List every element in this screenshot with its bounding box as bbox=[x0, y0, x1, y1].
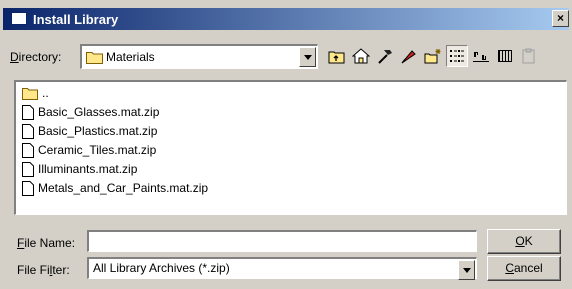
title-bar[interactable]: Install Library × bbox=[3, 8, 569, 30]
directory-value: Materials bbox=[106, 50, 155, 64]
list-view-icon bbox=[450, 50, 464, 62]
cancel-button[interactable]: Cancel bbox=[487, 256, 561, 281]
sort-icon bbox=[473, 52, 489, 62]
file-filter-value: All Library Archives (*.zip) bbox=[93, 261, 230, 275]
list-item-label: Ceramic_Tiles.mat.zip bbox=[38, 143, 157, 157]
list-item[interactable]: Metals_and_Car_Paints.mat.zip bbox=[22, 179, 208, 197]
file-name-input[interactable] bbox=[87, 230, 477, 252]
ok-button[interactable]: OK bbox=[487, 229, 561, 254]
list-item[interactable]: Basic_Glasses.mat.zip bbox=[22, 103, 159, 121]
file-icon bbox=[22, 161, 34, 177]
window-icon bbox=[11, 12, 27, 25]
directory-label: Directory: bbox=[10, 50, 62, 64]
new-folder-button[interactable] bbox=[422, 45, 444, 67]
list-item[interactable]: Illuminants.mat.zip bbox=[22, 160, 137, 178]
list-item[interactable]: Basic_Plastics.mat.zip bbox=[22, 122, 157, 140]
folder-icon bbox=[22, 87, 38, 100]
home-icon bbox=[352, 48, 370, 64]
list-item-label: Basic_Glasses.mat.zip bbox=[38, 105, 160, 119]
toolbar bbox=[326, 45, 540, 69]
hammer-icon bbox=[378, 50, 392, 64]
file-filter-select[interactable]: All Library Archives (*.zip) bbox=[87, 257, 477, 280]
new-folder-icon bbox=[424, 49, 441, 64]
directory-combobox[interactable]: Materials bbox=[80, 44, 318, 69]
list-view-button[interactable] bbox=[446, 45, 468, 67]
list-item-label: Metals_and_Car_Paints.mat.zip bbox=[38, 181, 209, 195]
file-filter-dropdown-button[interactable] bbox=[458, 260, 475, 280]
file-icon bbox=[22, 104, 34, 120]
directory-dropdown-button[interactable] bbox=[299, 47, 316, 67]
file-icon bbox=[22, 123, 34, 139]
tools-button[interactable] bbox=[374, 45, 396, 67]
bookmark-button[interactable] bbox=[398, 45, 420, 67]
file-list[interactable]: .. Basic_Glasses.mat.zip Basic_Plastics.… bbox=[14, 80, 567, 215]
file-icon bbox=[22, 142, 34, 158]
list-item-label: .. bbox=[42, 86, 49, 100]
folder-icon bbox=[86, 50, 103, 67]
up-folder-icon bbox=[328, 51, 345, 64]
clipboard-icon bbox=[522, 48, 535, 64]
close-button[interactable]: × bbox=[552, 10, 569, 27]
list-item-label: Basic_Plastics.mat.zip bbox=[38, 124, 158, 138]
list-item-parent[interactable]: .. bbox=[22, 84, 49, 102]
clipboard-button[interactable] bbox=[518, 45, 540, 67]
install-library-dialog: Install Library × Directory: Materials .… bbox=[0, 0, 572, 289]
home-button[interactable] bbox=[350, 45, 372, 67]
detail-view-icon bbox=[498, 50, 512, 62]
file-filter-label: File Filter: bbox=[17, 263, 70, 277]
file-icon bbox=[22, 180, 34, 196]
file-name-label: File Name: bbox=[17, 236, 76, 250]
list-item-label: Illuminants.mat.zip bbox=[38, 162, 138, 176]
up-folder-button[interactable] bbox=[326, 45, 348, 67]
list-item[interactable]: Ceramic_Tiles.mat.zip bbox=[22, 141, 156, 159]
detail-view-button[interactable] bbox=[494, 45, 516, 67]
window-title: Install Library bbox=[33, 12, 119, 27]
bookmark-icon bbox=[401, 50, 416, 64]
sort-button[interactable] bbox=[470, 45, 492, 67]
